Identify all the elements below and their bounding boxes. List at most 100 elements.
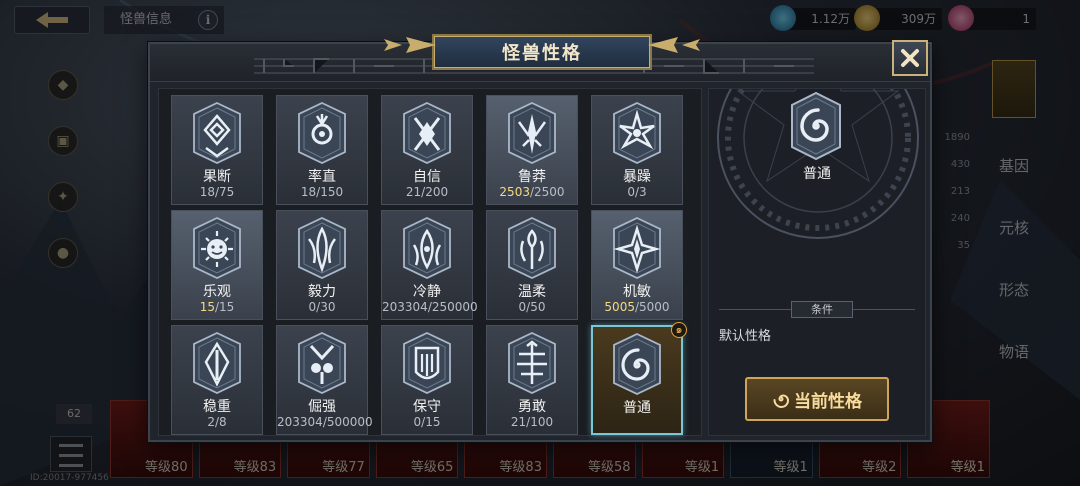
- progress-current: 203304: [277, 415, 323, 429]
- title-ornament-right: [648, 37, 700, 53]
- personality-tile[interactable]: 稳重 2/8: [171, 325, 263, 435]
- brave-emblem-icon: [508, 332, 556, 394]
- modal-title: 怪兽性格: [384, 34, 700, 70]
- spiral-emblem-icon: [791, 91, 841, 161]
- personality-grid: 果断 18/75 率直 18/150 自信 21/200 鲁莽 2503/2500 暴躁 0/3 乐…: [158, 88, 702, 436]
- progress-max: 8: [219, 415, 227, 429]
- irritable-emblem-icon: [613, 102, 661, 164]
- personality-name: 率直: [308, 169, 336, 185]
- personality-name: 机敏: [623, 284, 651, 300]
- progress-max: 30: [320, 300, 336, 314]
- swirl-icon: [773, 394, 790, 408]
- personality-progress: 18/150: [300, 185, 344, 199]
- personality-progress: 5005/5000: [604, 300, 670, 314]
- condition-label: 条件: [791, 301, 853, 318]
- personality-tile[interactable]: 鲁莽 2503/2500: [486, 95, 578, 205]
- personality-name: 勇敢: [518, 399, 546, 415]
- title-ornament-left: [384, 37, 436, 53]
- personality-detail-panel: 普通 条件 默认性格 当前性格: [708, 88, 926, 436]
- personality-progress: 2503/2500: [499, 185, 565, 199]
- current-marker-icon: ๑: [671, 322, 687, 338]
- personality-name: 毅力: [308, 284, 336, 300]
- personality-progress: 0/50: [518, 300, 546, 314]
- perseverance-emblem-icon: [298, 217, 346, 279]
- personality-tile[interactable]: 机敏 5005/5000: [591, 210, 683, 320]
- selected-personality-name: 普通: [803, 166, 831, 182]
- personality-name: 冷静: [413, 284, 441, 300]
- personality-tile[interactable]: 暴躁 0/3: [591, 95, 683, 205]
- progress-current: 21: [405, 185, 422, 199]
- personality-modal: 怪兽性格 果断 18/75 率直 18/150 自信 21/200 鲁莽 2503/2500 暴…: [148, 34, 932, 442]
- progress-current: 15: [199, 300, 215, 314]
- progress-max: 75: [219, 185, 235, 199]
- steady-emblem-icon: [193, 332, 241, 394]
- condition-header: 条件: [719, 301, 915, 318]
- personality-name: 保守: [413, 399, 441, 415]
- personality-tile[interactable]: 保守 0/15: [381, 325, 473, 435]
- progress-max: 500000: [326, 415, 373, 429]
- personality-name: 倔强: [308, 399, 336, 415]
- personality-progress: 0/30: [308, 300, 336, 314]
- progress-max: 15: [425, 415, 441, 429]
- personality-name: 普通: [623, 400, 651, 416]
- personality-tile[interactable]: 倔强 203304/500000: [276, 325, 373, 435]
- personality-progress: 18/75: [199, 185, 235, 199]
- personality-name: 鲁莽: [518, 169, 546, 185]
- calm-emblem-icon: [403, 217, 451, 279]
- gentle-emblem-icon: [508, 217, 556, 279]
- progress-max: 50: [530, 300, 546, 314]
- progress-max: 150: [320, 185, 344, 199]
- personality-name: 稳重: [203, 399, 231, 415]
- stubborn-emblem-icon: [298, 332, 346, 394]
- progress-current: 18: [300, 185, 317, 199]
- personality-progress: 21/100: [510, 415, 554, 429]
- progress-current: 21: [510, 415, 527, 429]
- close-button[interactable]: [892, 40, 928, 76]
- conservative-emblem-icon: [403, 332, 451, 394]
- optimistic-emblem-icon: [193, 217, 241, 279]
- progress-current: 5005: [604, 300, 635, 314]
- progress-current: 0: [627, 185, 635, 199]
- personality-tile[interactable]: 冷静 203304/250000: [381, 210, 478, 320]
- condition-text: 默认性格: [719, 329, 772, 344]
- personality-progress: 21/200: [405, 185, 449, 199]
- progress-max: 15: [219, 300, 235, 314]
- personality-tile[interactable]: 勇敢 21/100: [486, 325, 578, 435]
- personality-tile[interactable]: 毅力 0/30: [276, 210, 368, 320]
- progress-current: 18: [199, 185, 215, 199]
- personality-progress: 203304/500000: [277, 415, 373, 429]
- progress-current: 0: [518, 300, 527, 314]
- progress-max: 5000: [639, 300, 670, 314]
- progress-max: 200: [425, 185, 449, 199]
- confident-emblem-icon: [403, 102, 451, 164]
- personality-tile[interactable]: 果断 18/75: [171, 95, 263, 205]
- personality-tile[interactable]: 普通 ๑: [591, 322, 687, 435]
- decisive-emblem-icon: [193, 102, 241, 164]
- personality-progress: 0/3: [627, 185, 647, 199]
- progress-max: 100: [530, 415, 554, 429]
- progress-max: 250000: [431, 300, 478, 314]
- personality-tile[interactable]: 乐观 15/15: [171, 210, 263, 320]
- close-icon: [901, 49, 919, 67]
- personality-progress: 0/15: [413, 415, 441, 429]
- personality-name: 自信: [413, 169, 441, 185]
- personality-tile[interactable]: 温柔 0/50: [486, 210, 578, 320]
- personality-name: 乐观: [203, 284, 231, 300]
- personality-progress: 2/8: [207, 415, 227, 429]
- progress-current: 0: [308, 300, 317, 314]
- personality-tile[interactable]: 率直 18/150: [276, 95, 368, 205]
- personality-progress: 15/15: [199, 300, 235, 314]
- progress-current: 0: [413, 415, 422, 429]
- personality-tile[interactable]: 自信 21/200: [381, 95, 473, 205]
- personality-name: 暴躁: [623, 169, 651, 185]
- personality-progress: 203304/250000: [382, 300, 478, 314]
- progress-max: 3: [639, 185, 647, 199]
- frank-emblem-icon: [298, 102, 346, 164]
- current-button-label: 当前性格: [794, 391, 862, 412]
- alert-emblem-icon: [613, 217, 661, 279]
- progress-current: 2503: [499, 185, 530, 199]
- progress-current: 203304: [382, 300, 428, 314]
- spiral-emblem-icon: [613, 333, 661, 395]
- current-personality-button[interactable]: 当前性格: [745, 377, 889, 421]
- personality-name: 温柔: [518, 284, 546, 300]
